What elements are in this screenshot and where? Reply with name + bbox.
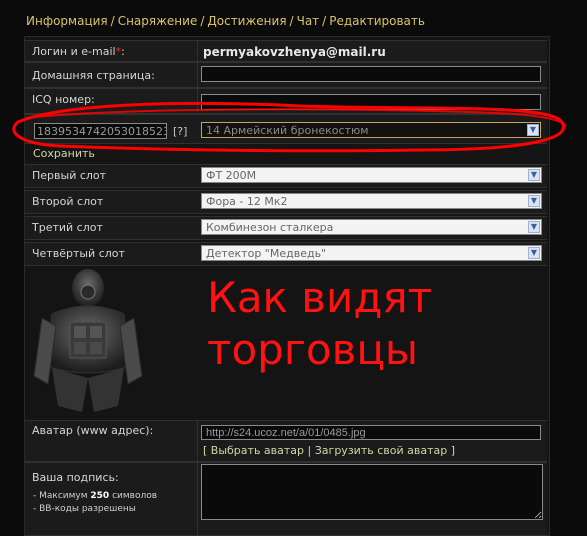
character-armor-image (33, 269, 143, 412)
icq-label: ICQ номер: (32, 93, 95, 106)
nav-info[interactable]: Информация (26, 14, 108, 28)
chevron-down-icon[interactable]: ▼ (528, 221, 540, 233)
slot-1-select[interactable]: ФТ 200М ▼ (201, 167, 542, 183)
nav-separator: / (322, 14, 327, 28)
chevron-down-icon[interactable]: ▼ (527, 124, 539, 136)
slot-4-select[interactable]: Детектор "Медведь" ▼ (201, 245, 542, 261)
nav-separator: / (200, 14, 205, 28)
slot-2-select[interactable]: Фора - 12 Мк2 ▼ (201, 193, 542, 209)
choose-avatar-link[interactable]: Выбрать аватар (211, 444, 304, 457)
slot-4-value: Детектор "Медведь" (206, 247, 327, 260)
nav-separator: / (110, 14, 115, 28)
homepage-input[interactable] (201, 66, 541, 82)
chevron-down-icon[interactable]: ▼ (528, 195, 540, 207)
upload-avatar-link[interactable]: Загрузить свой аватар (315, 444, 447, 457)
avatar-url-input[interactable] (201, 425, 541, 440)
nav-equipment[interactable]: Снаряжение (118, 14, 198, 28)
slot-4-label: Четвёртый слот (32, 247, 125, 260)
homepage-label: Домашняя страница: (32, 69, 155, 82)
nav-chat[interactable]: Чат (297, 14, 320, 28)
nav-separator: / (289, 14, 294, 28)
signature-label: Ваша подпись: (32, 471, 119, 484)
help-link[interactable]: [?] (173, 125, 187, 138)
slot-2-label: Второй слот (32, 195, 104, 208)
annotation-line-2: торговцы (207, 325, 419, 374)
nav-edit[interactable]: Редактировать (329, 14, 425, 28)
login-label: Логин и e-mail*: (32, 45, 125, 58)
slot-3-label: Третий слот (32, 221, 103, 234)
avatar-label: Аватар (www адрес): (32, 424, 154, 437)
profile-nav: Информация / Снаряжение / Достижения / Чат / Ред… (26, 14, 425, 28)
chevron-down-icon[interactable]: ▼ (528, 169, 540, 181)
armor-select-value: 14 Армейский бронекостюм (206, 124, 369, 137)
signature-note-bbcode: - BB-коды разрешены (33, 504, 136, 514)
avatar-links: [ Выбрать аватар | Загрузить свой аватар… (203, 444, 455, 457)
signature-textarea[interactable] (201, 464, 543, 520)
nav-achievements[interactable]: Достижения (207, 14, 286, 28)
email-value: permyakovzhenya@mail.ru (203, 45, 386, 59)
slot-1-value: ФТ 200М (206, 169, 257, 182)
armor-select[interactable]: 14 Армейский бронекостюм ▼ (201, 122, 541, 138)
slot-2-value: Фора - 12 Мк2 (206, 195, 288, 208)
uin-field[interactable]: 1839534742053018523 (34, 123, 167, 139)
save-button[interactable]: Сохранить (33, 147, 95, 160)
slot-3-select[interactable]: Комбинезон сталкера ▼ (201, 219, 542, 235)
chevron-down-icon[interactable]: ▼ (528, 247, 540, 259)
annotation-text: Как видят торговцы (207, 272, 432, 376)
annotation-line-1: Как видят (207, 273, 433, 322)
slot-3-value: Комбинезон сталкера (206, 221, 334, 234)
slot-1-label: Первый слот (32, 169, 107, 182)
signature-note-limit: - Максимум 250 символов (33, 491, 158, 501)
icq-input[interactable] (201, 94, 541, 110)
